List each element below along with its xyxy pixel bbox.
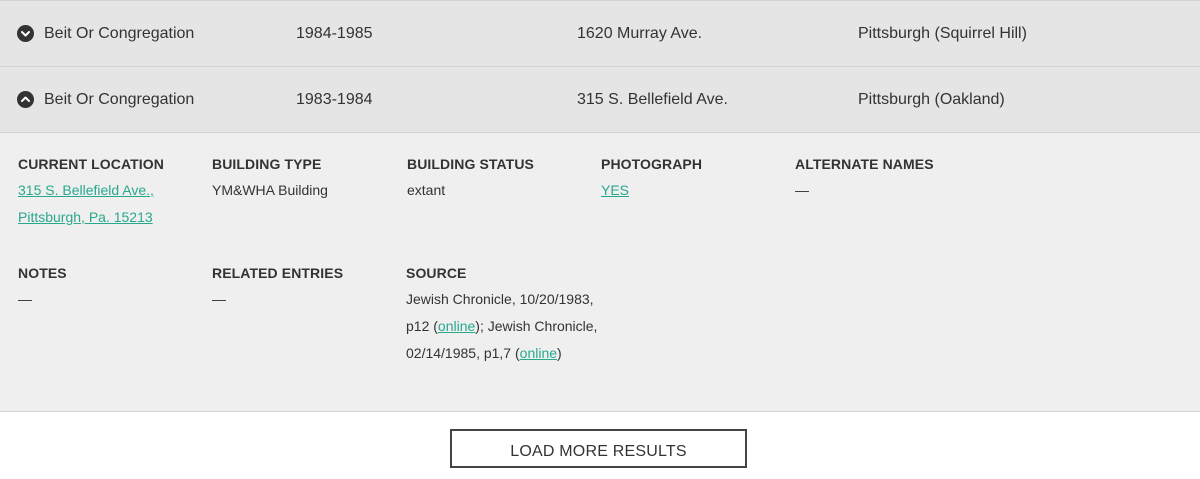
photograph-label: PHOTOGRAPH (601, 156, 703, 172)
source-field: SOURCE Jewish Chronicle, 10/20/1983, p12… (406, 263, 626, 367)
results-footer: LOAD MORE RESULTS (0, 412, 1200, 479)
related-entries-label: RELATED ENTRIES (212, 265, 344, 281)
photograph-link[interactable]: YES (601, 182, 629, 198)
address: 1620 Murray Ave. (577, 25, 703, 42)
building-type-field: BUILDING TYPE YM&WHA Building (212, 154, 402, 204)
source-label: SOURCE (406, 265, 467, 281)
building-type-value: YM&WHA Building (212, 182, 328, 198)
building-status-value: extant (407, 182, 446, 198)
current-location-field: CURRENT LOCATION 315 S. Bellefield Ave.,… (18, 154, 208, 231)
load-more-button[interactable]: LOAD MORE RESULTS (450, 429, 747, 468)
current-location-label: CURRENT LOCATION (18, 156, 164, 172)
building-status-label: BUILDING STATUS (407, 156, 534, 172)
source-online-link-2[interactable]: online (520, 345, 557, 361)
congregation-name: Beit Or Congregation (44, 25, 195, 42)
source-value: Jewish Chronicle, 10/20/1983, p12 (onlin… (406, 291, 598, 361)
alternate-names-field: ALTERNATE NAMES — (795, 154, 985, 204)
result-row-expanded[interactable]: Beit Or Congregation 1983-1984 315 S. Be… (0, 67, 1200, 133)
source-online-link-1[interactable]: online (438, 318, 475, 334)
notes-label: NOTES (18, 265, 67, 281)
related-entries-value: — (212, 291, 226, 307)
city: Pittsburgh (Squirrel Hill) (858, 25, 1027, 42)
details-panel: CURRENT LOCATION 315 S. Bellefield Ave.,… (0, 133, 1200, 412)
chevron-up-icon[interactable] (17, 91, 34, 108)
notes-value: — (18, 291, 32, 307)
notes-field: NOTES — (18, 263, 208, 313)
years: 1983-1984 (296, 91, 373, 108)
results-list: Beit Or Congregation 1984-1985 1620 Murr… (0, 0, 1200, 412)
congregation-name: Beit Or Congregation (44, 91, 195, 108)
building-type-label: BUILDING TYPE (212, 156, 322, 172)
photograph-field: PHOTOGRAPH YES (601, 154, 791, 204)
building-status-field: BUILDING STATUS extant (407, 154, 597, 204)
current-location-link[interactable]: 315 S. Bellefield Ave., Pittsburgh, Pa. 1… (18, 182, 154, 225)
result-row[interactable]: Beit Or Congregation 1984-1985 1620 Murr… (0, 0, 1200, 67)
related-entries-field: RELATED ENTRIES — (212, 263, 402, 313)
alternate-names-value: — (795, 182, 809, 198)
address: 315 S. Bellefield Ave. (577, 91, 728, 108)
city: Pittsburgh (Oakland) (858, 91, 1005, 108)
alternate-names-label: ALTERNATE NAMES (795, 156, 934, 172)
years: 1984-1985 (296, 25, 373, 42)
chevron-down-icon[interactable] (17, 25, 34, 42)
